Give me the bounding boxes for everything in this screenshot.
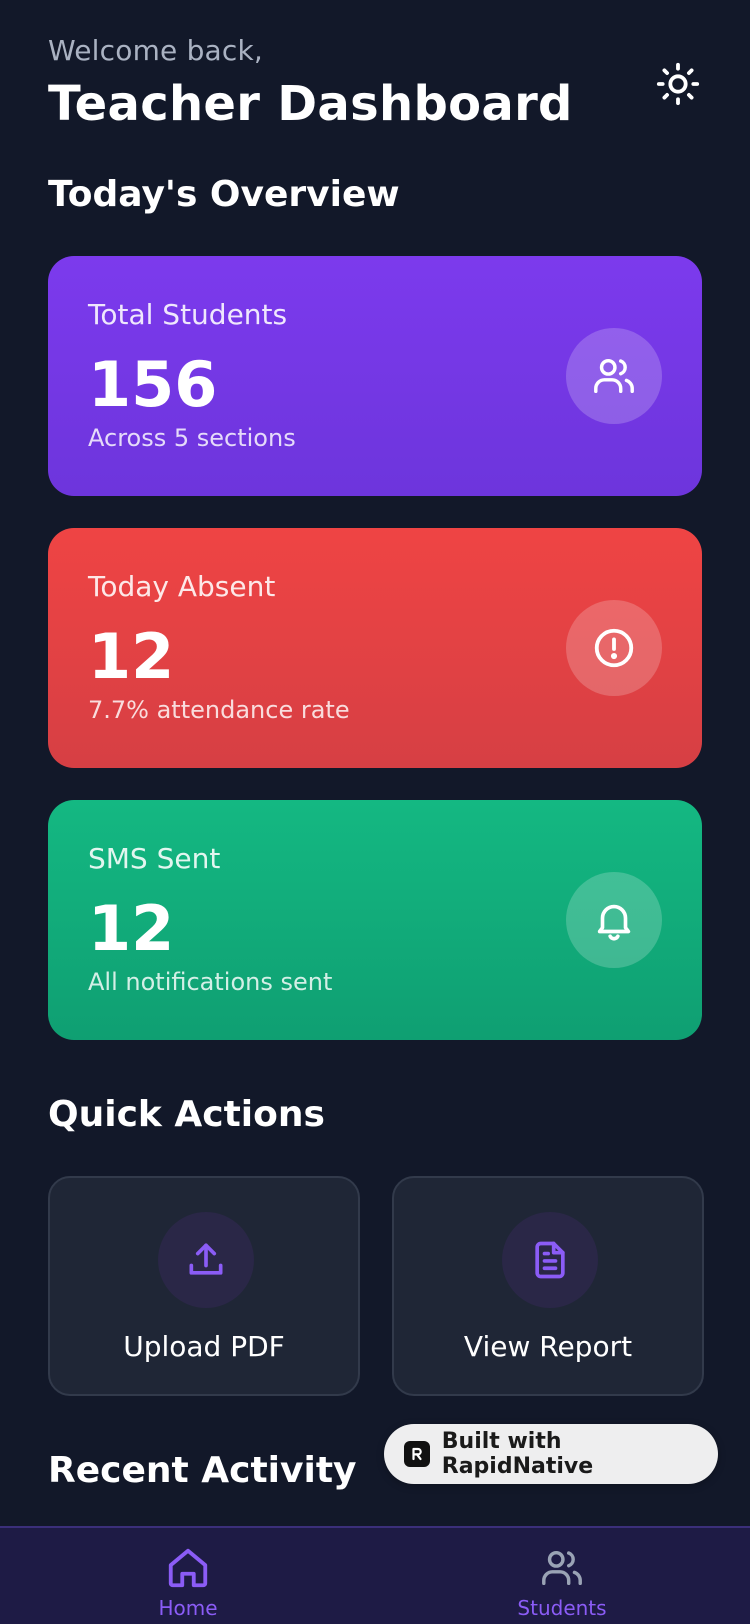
- recent-activity-section-title: Recent Activity: [48, 1450, 357, 1491]
- upload-pdf-button[interactable]: Upload PDF: [48, 1176, 360, 1396]
- stat-label: SMS Sent: [88, 842, 221, 875]
- overview-section-title: Today's Overview: [48, 174, 400, 215]
- alert-circle-icon: [594, 628, 634, 668]
- bell-icon: [597, 904, 631, 941]
- users-icon: [542, 1550, 582, 1586]
- page-title: Teacher Dashboard: [48, 76, 573, 132]
- stat-value: 12: [88, 620, 175, 693]
- stat-subtitle: Across 5 sections: [88, 424, 296, 452]
- stat-icon-badge: [566, 600, 662, 696]
- built-with-badge[interactable]: Built with RapidNative: [384, 1424, 718, 1484]
- users-icon: [594, 358, 634, 394]
- stat-icon-badge: [566, 328, 662, 424]
- action-icon-badge: [158, 1212, 254, 1308]
- action-icon-badge: [502, 1212, 598, 1308]
- stat-icon-badge: [566, 872, 662, 968]
- file-text-icon: [535, 1241, 565, 1279]
- welcome-text: Welcome back,: [48, 34, 264, 67]
- quick-actions-section-title: Quick Actions: [48, 1094, 325, 1135]
- stat-subtitle: All notifications sent: [88, 968, 333, 996]
- total-students-card[interactable]: Total Students 156 Across 5 sections: [48, 256, 702, 496]
- upload-icon: [189, 1243, 223, 1275]
- view-report-button[interactable]: View Report: [392, 1176, 704, 1396]
- rapidnative-logo-icon: [404, 1441, 430, 1467]
- tab-home[interactable]: Home: [98, 1528, 278, 1624]
- stat-label: Today Absent: [88, 570, 276, 603]
- stat-subtitle: 7.7% attendance rate: [88, 696, 350, 724]
- badge-text: Built with RapidNative: [441, 1429, 594, 1479]
- tab-students[interactable]: Students: [472, 1528, 652, 1624]
- stat-value: 12: [88, 892, 175, 965]
- action-label: Upload PDF: [123, 1330, 285, 1363]
- sms-sent-card[interactable]: SMS Sent 12 All notifications sent: [48, 800, 702, 1040]
- bottom-tab-bar: Home Students: [0, 1526, 750, 1624]
- action-label: View Report: [463, 1330, 633, 1363]
- tab-label: Home: [158, 1596, 218, 1620]
- sun-icon: [656, 62, 700, 106]
- today-absent-card[interactable]: Today Absent 12 7.7% attendance rate: [48, 528, 702, 768]
- stat-value: 156: [88, 348, 218, 421]
- stat-label: Total Students: [88, 298, 288, 331]
- tab-label: Students: [517, 1596, 607, 1620]
- home-icon: [168, 1548, 208, 1588]
- dashboard-screen: Welcome back, Teacher Dashboard Today's …: [0, 0, 750, 1624]
- theme-toggle-button[interactable]: [650, 56, 706, 112]
